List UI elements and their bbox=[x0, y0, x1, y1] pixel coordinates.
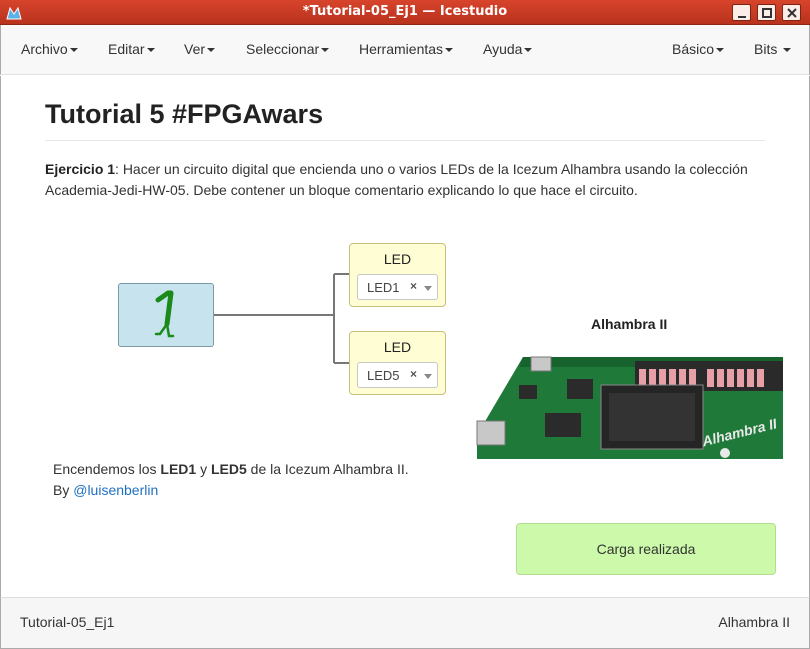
chevron-down-icon bbox=[445, 48, 454, 52]
close-icon bbox=[787, 8, 797, 18]
chevron-down-icon bbox=[69, 48, 78, 52]
notification-text: Carga realizada bbox=[596, 541, 696, 557]
menu-label: Herramientas bbox=[359, 41, 444, 57]
chevron-down-icon bbox=[207, 48, 216, 52]
menu-label: Archivo bbox=[21, 41, 68, 57]
comment-text: y bbox=[196, 461, 211, 477]
close-button[interactable] bbox=[782, 4, 801, 21]
minimize-button[interactable] bbox=[732, 4, 751, 21]
window-titlebar: *Tutorial-05_Ej1 — Icestudio bbox=[0, 0, 810, 25]
menu-editar[interactable]: Editar bbox=[108, 41, 155, 57]
chevron-down-icon bbox=[146, 48, 155, 52]
led-pin-value: LED5 bbox=[367, 368, 400, 383]
menu-ayuda[interactable]: Ayuda bbox=[483, 41, 533, 57]
comment-text: de la Icezum Alhambra II. bbox=[246, 461, 409, 477]
comment-author-line: By @luisenberlin bbox=[53, 480, 409, 501]
chevron-down-icon bbox=[716, 48, 725, 52]
menu-archivo[interactable]: Archivo bbox=[21, 41, 78, 57]
maximize-button[interactable] bbox=[757, 4, 776, 21]
bit-one-icon bbox=[154, 290, 175, 338]
board-title: Alhambra II bbox=[591, 316, 668, 332]
minimize-icon bbox=[738, 16, 746, 18]
chevron-down-icon[interactable] bbox=[424, 286, 432, 291]
comment-line: Encendemos los LED1 y LED5 de la Icezum … bbox=[53, 459, 409, 480]
led-pin-select[interactable]: LED1 × bbox=[357, 274, 438, 300]
author-link[interactable]: @luisenberlin bbox=[73, 482, 158, 498]
upload-notification[interactable]: Carga realizada bbox=[516, 523, 776, 575]
menu-bar: Archivo Editar Ver Seleccionar Herramien… bbox=[0, 25, 810, 75]
menu-basico[interactable]: Básico bbox=[672, 41, 725, 57]
chevron-down-icon[interactable] bbox=[424, 374, 432, 379]
menu-label: Seleccionar bbox=[246, 41, 320, 57]
comment-led5: LED5 bbox=[210, 461, 247, 477]
comment-text: Encendemos los bbox=[53, 461, 161, 477]
board-name[interactable]: Alhambra II bbox=[718, 614, 790, 630]
maximize-icon bbox=[762, 8, 772, 18]
design-canvas[interactable]: Tutorial 5 #FPGAwars Ejercicio 1: Hacer … bbox=[0, 76, 810, 597]
menu-ver[interactable]: Ver bbox=[184, 41, 216, 57]
clear-icon[interactable]: × bbox=[410, 367, 417, 381]
menu-label: Ver bbox=[184, 41, 206, 57]
alhambra-board-image[interactable]: Alhambra II bbox=[475, 355, 785, 461]
constant-one-block[interactable] bbox=[118, 283, 214, 347]
menu-label: Bits bbox=[754, 41, 778, 57]
clear-icon[interactable]: × bbox=[410, 279, 417, 293]
wire bbox=[214, 273, 349, 364]
comment-block[interactable]: Encendemos los LED1 y LED5 de la Icezum … bbox=[53, 459, 409, 501]
led-block[interactable]: LED LED1 × bbox=[349, 243, 446, 307]
window-title: *Tutorial-05_Ej1 — Icestudio bbox=[302, 4, 508, 19]
menu-herramientas[interactable]: Herramientas bbox=[359, 41, 454, 57]
menu-label: Básico bbox=[672, 41, 715, 57]
led-block-title: LED bbox=[383, 251, 412, 267]
comment-led1: LED1 bbox=[160, 461, 197, 477]
led-block[interactable]: LED LED5 × bbox=[349, 331, 446, 395]
project-name: Tutorial-05_Ej1 bbox=[20, 614, 115, 630]
menu-label: Ayuda bbox=[483, 41, 523, 57]
led-block-title: LED bbox=[383, 339, 412, 355]
menu-bits[interactable]: Bits bbox=[754, 41, 792, 57]
chevron-down-icon bbox=[321, 48, 330, 52]
chevron-down-icon bbox=[783, 48, 792, 52]
comment-text: By bbox=[53, 482, 74, 498]
menu-label: Editar bbox=[108, 41, 145, 57]
status-bar: Tutorial-05_Ej1 Alhambra II bbox=[0, 597, 810, 649]
led-pin-select[interactable]: LED5 × bbox=[357, 362, 438, 388]
menu-seleccionar[interactable]: Seleccionar bbox=[246, 41, 330, 57]
chevron-down-icon bbox=[524, 48, 533, 52]
led-pin-value: LED1 bbox=[367, 280, 400, 295]
